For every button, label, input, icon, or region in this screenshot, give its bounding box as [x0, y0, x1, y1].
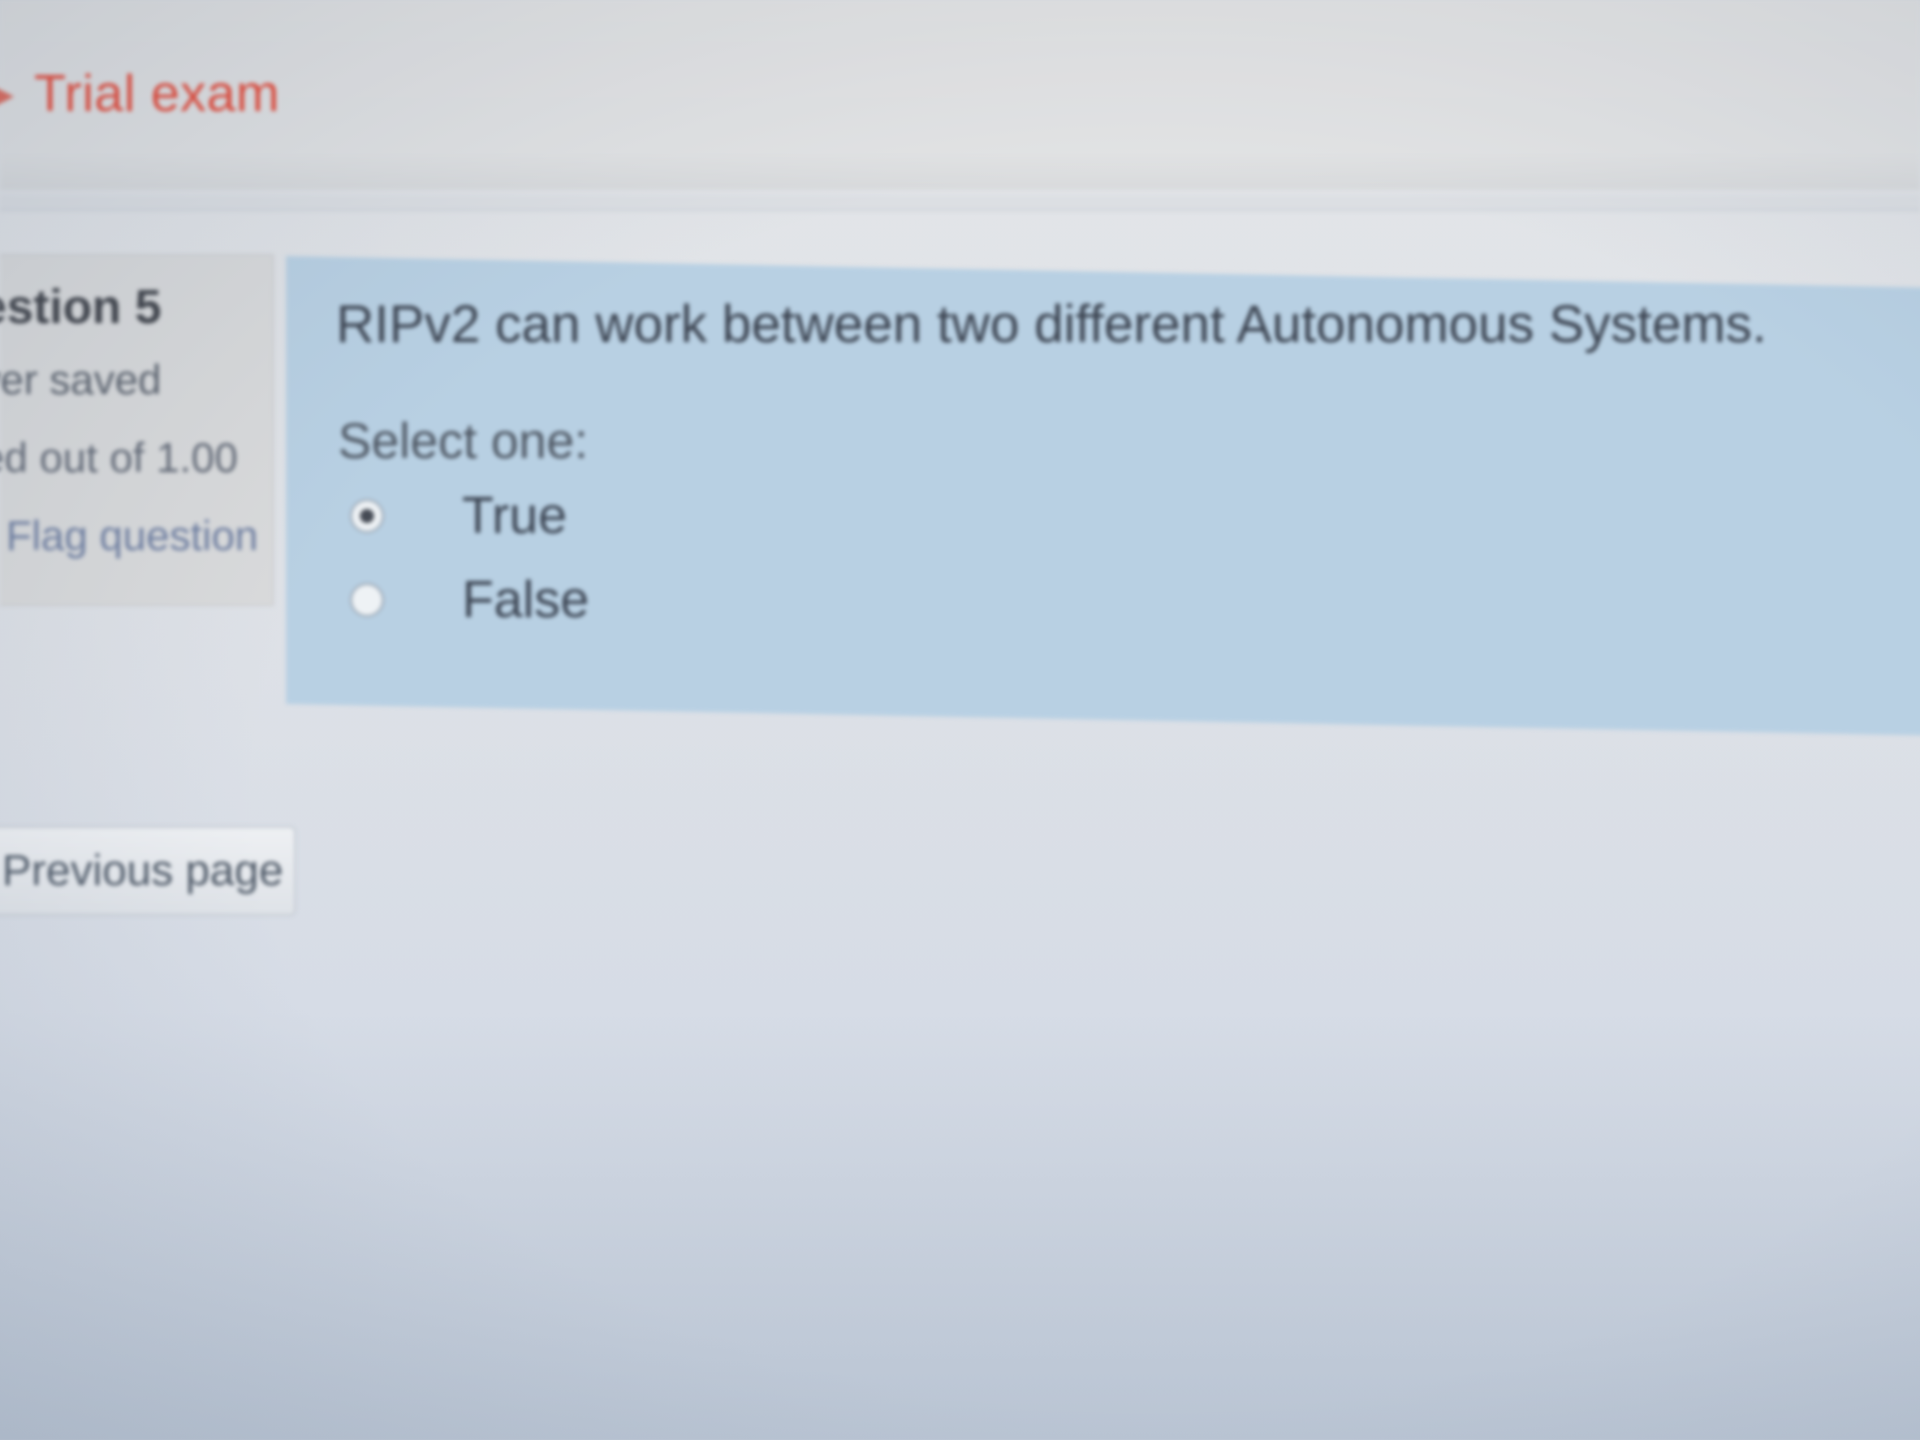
answer-label-true: True: [462, 487, 567, 545]
breadcrumb: ▸ Trial exam: [0, 64, 280, 124]
quiz-page: ▸ Trial exam estion 5 wer saved ked out …: [0, 0, 1920, 1440]
radio-false[interactable]: [350, 583, 384, 617]
question-grade: ked out of 1.00: [0, 434, 238, 481]
page-header: [0, 0, 1920, 190]
question-number: estion 5: [0, 281, 162, 334]
breadcrumb-link-trial-exam[interactable]: Trial exam: [34, 64, 280, 124]
answer-option-false[interactable]: False: [350, 570, 589, 630]
question-info-panel: estion 5 wer saved ked out of 1.00 Flag …: [0, 254, 274, 606]
flag-question-link[interactable]: Flag question: [6, 512, 258, 560]
header-divider: [0, 195, 1920, 211]
answer-prompt: Select one:: [338, 413, 589, 469]
previous-page-button[interactable]: Previous page: [0, 826, 296, 916]
question-text: RIPv2 can work between two different Aut…: [336, 295, 1767, 354]
answer-option-true[interactable]: True: [350, 486, 567, 546]
question-state: wer saved: [0, 356, 162, 403]
breadcrumb-separator-icon: ▸: [0, 72, 15, 116]
answer-label-false: False: [462, 571, 590, 629]
radio-true[interactable]: [350, 499, 384, 533]
